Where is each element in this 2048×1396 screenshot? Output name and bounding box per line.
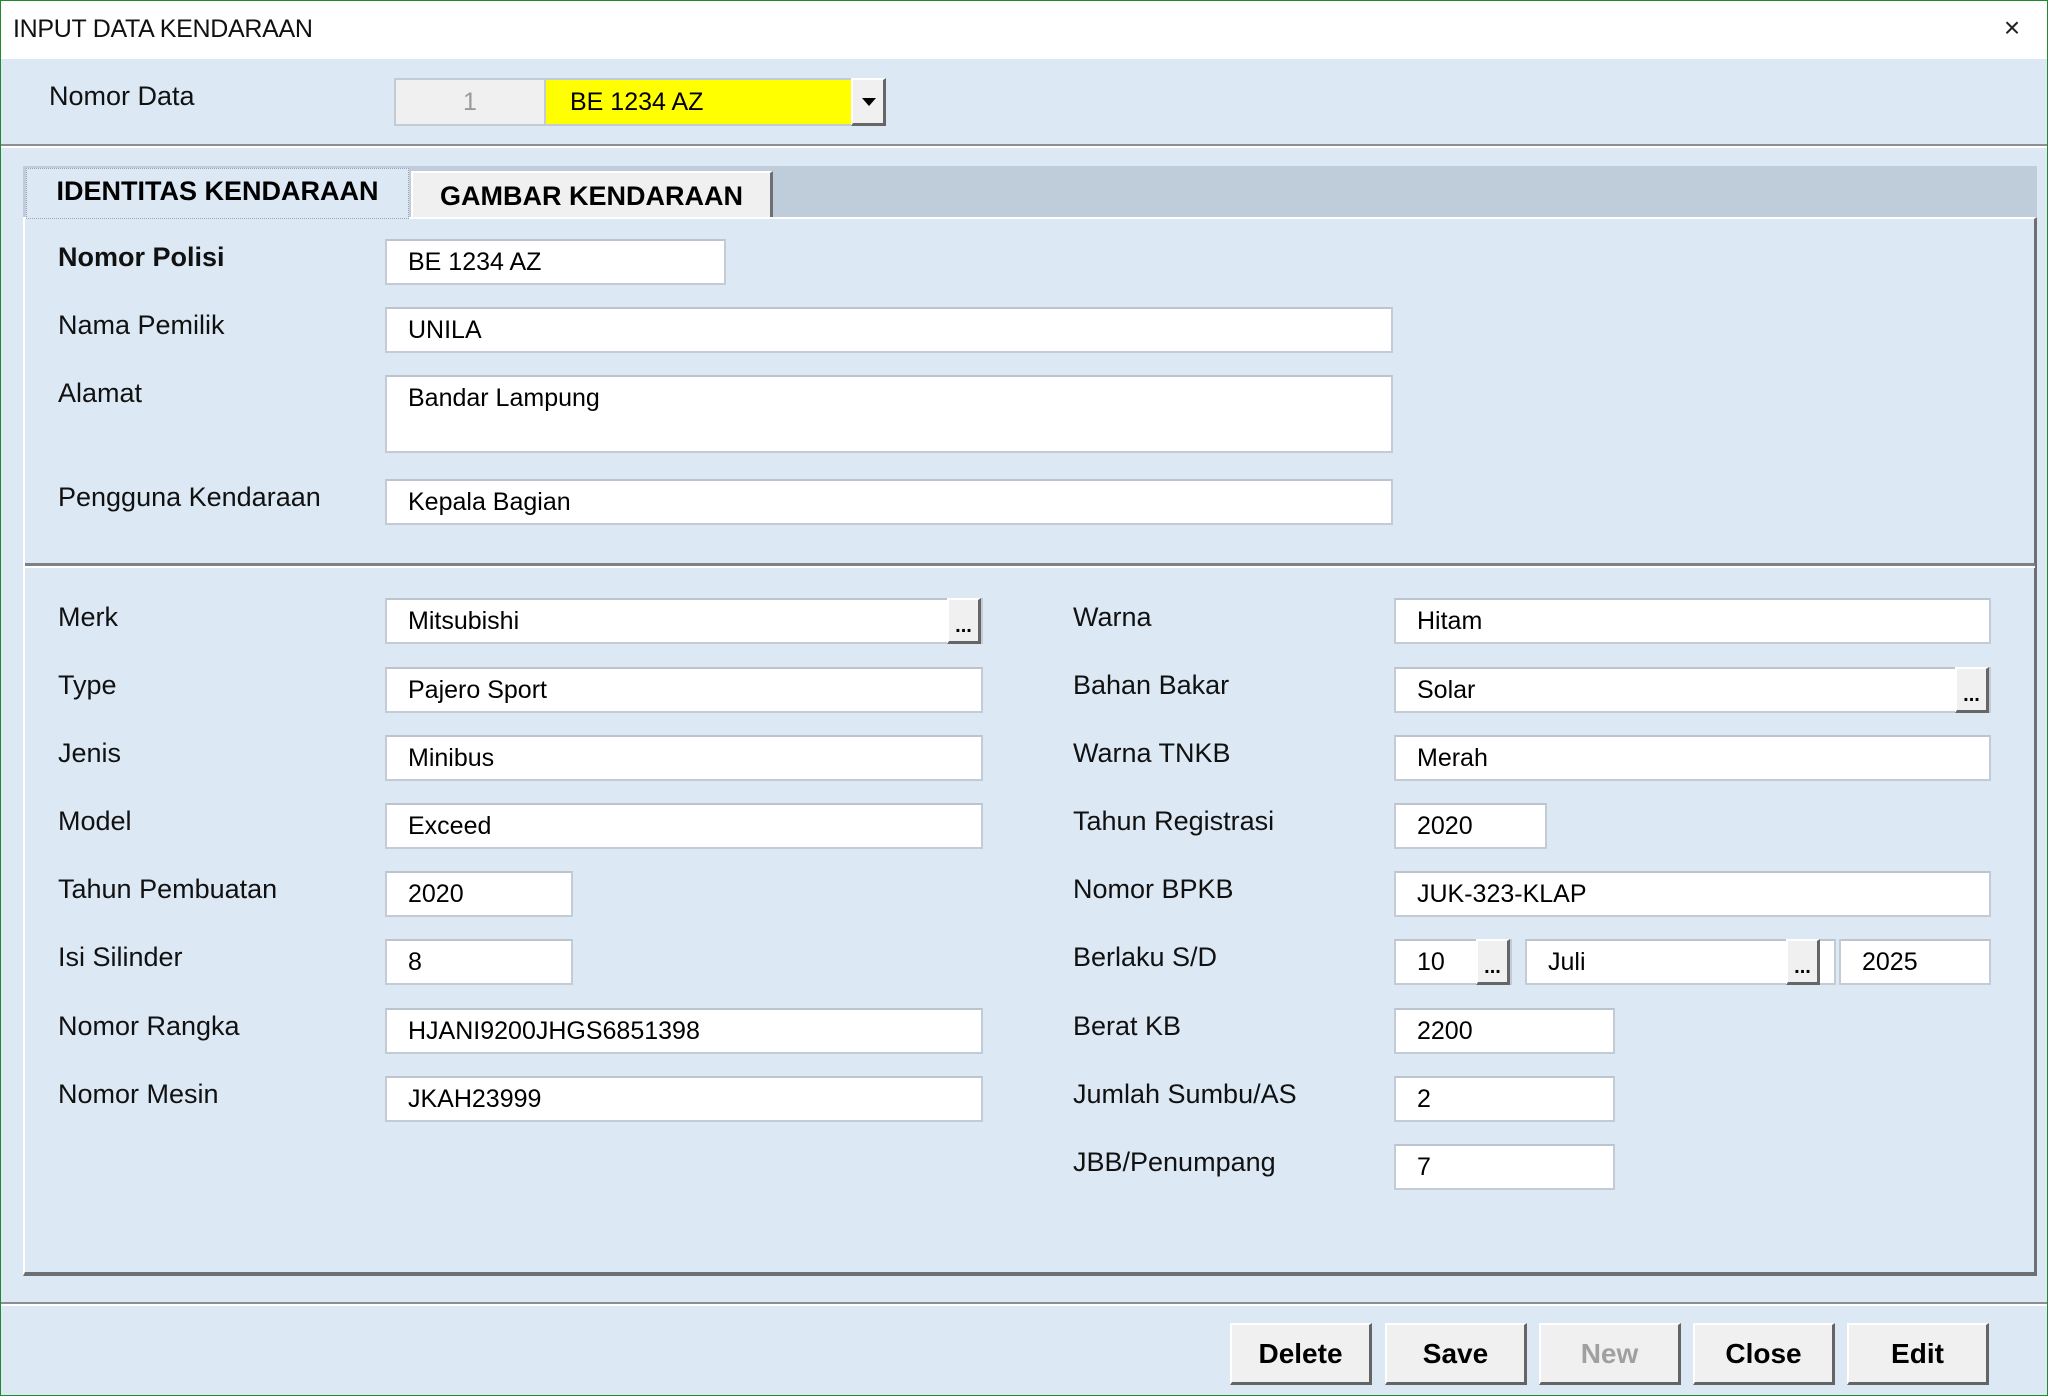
alamat-label: Alamat <box>58 378 143 408</box>
nama-pemilik-input[interactable]: UNILA <box>385 307 1393 353</box>
chevron-down-icon[interactable] <box>851 78 886 126</box>
berat-kb-label: Berat KB <box>1073 1011 1182 1041</box>
nomor-rangka-label: Nomor Rangka <box>58 1011 240 1041</box>
bahan-bakar-input[interactable]: Solar <box>1394 667 1991 713</box>
warna-tnkb-input[interactable]: Merah <box>1394 735 1991 781</box>
header-divider-highlight <box>1 146 2047 148</box>
jumlah-sumbu-label: Jumlah Sumbu/AS <box>1073 1079 1297 1109</box>
jenis-input[interactable]: Minibus <box>385 735 983 781</box>
jumlah-sumbu-input[interactable]: 2 <box>1394 1076 1615 1122</box>
footer-divider-highlight <box>1 1304 2047 1306</box>
berlaku-day-picker-button[interactable]: ... <box>1476 939 1510 985</box>
nomor-bpkb-label: Nomor BPKB <box>1073 874 1234 904</box>
berlaku-year-input[interactable]: 2025 <box>1839 939 1991 985</box>
jenis-label: Jenis <box>58 738 122 768</box>
edit-button[interactable]: Edit <box>1847 1323 1989 1385</box>
input-data-kendaraan-window: INPUT DATA KENDARAAN × Nomor Data 1 BE 1… <box>0 0 2048 1396</box>
new-button[interactable]: New <box>1539 1323 1681 1385</box>
nomor-polisi-label: Nomor Polisi <box>58 242 225 272</box>
tahun-pembuatan-label: Tahun Pembuatan <box>58 874 278 904</box>
nomor-bpkb-input[interactable]: JUK-323-KLAP <box>1394 871 1991 917</box>
nomor-mesin-input[interactable]: JKAH23999 <box>385 1076 983 1122</box>
isi-silinder-input[interactable]: 8 <box>385 939 573 985</box>
tahun-registrasi-input[interactable]: 2020 <box>1394 803 1547 849</box>
type-label: Type <box>58 670 117 700</box>
warna-label: Warna <box>1073 602 1152 632</box>
berat-kb-input[interactable]: 2200 <box>1394 1008 1615 1054</box>
jbb-penumpang-label: JBB/Penumpang <box>1073 1147 1276 1177</box>
isi-silinder-label: Isi Silinder <box>58 942 183 972</box>
model-input[interactable]: Exceed <box>385 803 983 849</box>
warna-input[interactable]: Hitam <box>1394 598 1991 644</box>
merk-picker-button[interactable]: ... <box>947 598 981 644</box>
tahun-pembuatan-input[interactable]: 2020 <box>385 871 573 917</box>
bahan-bakar-label: Bahan Bakar <box>1073 670 1230 700</box>
merk-label: Merk <box>58 602 118 632</box>
nama-pemilik-label: Nama Pemilik <box>58 310 225 340</box>
berlaku-sd-label: Berlaku S/D <box>1073 942 1218 972</box>
tab-gambar-kendaraan[interactable]: GAMBAR KENDARAAN <box>411 171 773 217</box>
close-button[interactable]: Close <box>1693 1323 1835 1385</box>
pengguna-kendaraan-label: Pengguna Kendaraan <box>58 482 321 512</box>
warna-tnkb-label: Warna TNKB <box>1073 738 1231 768</box>
type-input[interactable]: Pajero Sport <box>385 667 983 713</box>
bahan-bakar-picker-button[interactable]: ... <box>1955 667 1989 713</box>
nomor-mesin-label: Nomor Mesin <box>58 1079 219 1109</box>
nomor-polisi-input[interactable]: BE 1234 AZ <box>385 239 726 285</box>
tahun-registrasi-label: Tahun Registrasi <box>1073 806 1275 836</box>
title-bar: INPUT DATA KENDARAAN × <box>1 1 2047 59</box>
nomor-rangka-input[interactable]: HJANI9200JHGS6851398 <box>385 1008 983 1054</box>
merk-input[interactable]: Mitsubishi <box>385 598 983 644</box>
alamat-textarea[interactable]: Bandar Lampung <box>385 375 1393 453</box>
model-label: Model <box>58 806 132 836</box>
delete-button[interactable]: Delete <box>1230 1323 1372 1385</box>
tab-identitas-kendaraan[interactable]: IDENTITAS KENDARAAN <box>26 168 409 219</box>
window-title: INPUT DATA KENDARAAN <box>13 15 313 43</box>
save-button[interactable]: Save <box>1385 1323 1527 1385</box>
close-icon[interactable]: × <box>1997 13 2027 43</box>
record-combo-input[interactable]: BE 1234 AZ <box>546 78 851 126</box>
nomor-data-label: Nomor Data <box>49 81 195 111</box>
section-divider-highlight <box>25 566 2035 568</box>
record-index-field: 1 <box>394 78 546 126</box>
jbb-penumpang-input[interactable]: 7 <box>1394 1144 1615 1190</box>
berlaku-month-picker-button[interactable]: ... <box>1786 939 1820 985</box>
pengguna-kendaraan-input[interactable]: Kepala Bagian <box>385 479 1393 525</box>
